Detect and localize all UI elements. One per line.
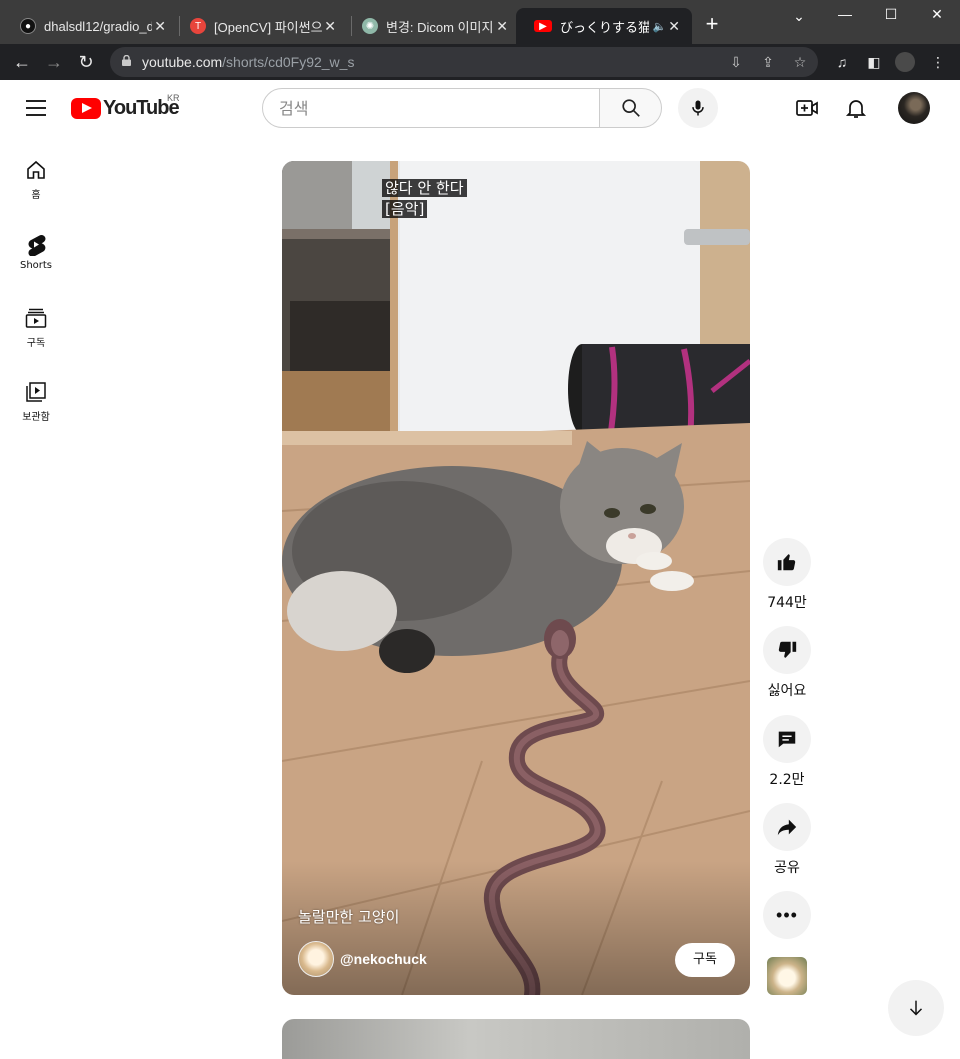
arrow-down-icon	[909, 1000, 923, 1016]
next-short-preview[interactable]	[282, 1019, 750, 1059]
like-button[interactable]	[763, 538, 811, 586]
browser-tab[interactable]: ✺ 변경: Dicom 이미지 ✕	[344, 8, 520, 44]
reload-button[interactable]: ↻	[74, 50, 98, 74]
browser-tab-active[interactable]: ▶ びっくりする猫 🔈 ✕	[516, 8, 692, 44]
side-panel-icon[interactable]: ◧	[864, 52, 884, 72]
youtube-header: YouTube KR	[0, 80, 960, 136]
github-icon: ●	[20, 18, 36, 34]
channel-name[interactable]: @nekochuck	[340, 951, 427, 967]
browser-tab[interactable]: T [OpenCV] 파이썬으 ✕	[172, 8, 348, 44]
share-action[interactable]: 공유	[763, 803, 811, 877]
share-label: 공유	[774, 860, 800, 876]
youtube-play-icon	[71, 98, 101, 119]
account-avatar[interactable]	[898, 92, 930, 124]
new-tab-button[interactable]: +	[700, 12, 724, 36]
guide-item-library[interactable]: 보관함	[0, 380, 72, 423]
lock-icon	[122, 55, 131, 66]
voice-search-button[interactable]	[678, 88, 718, 128]
youtube-icon: ▶	[534, 20, 552, 32]
menu-icon[interactable]	[26, 100, 46, 116]
close-tab-icon[interactable]: ✕	[494, 18, 510, 35]
caption-line: [음악]	[382, 200, 428, 218]
like-count: 744만	[767, 595, 807, 611]
search-button[interactable]	[599, 88, 662, 128]
url-host: youtube.com	[142, 54, 223, 70]
thumbs-up-icon	[777, 554, 796, 571]
create-video-icon[interactable]	[795, 96, 819, 120]
like-action[interactable]: 744만	[763, 538, 811, 612]
youtube-logo[interactable]: YouTube KR	[71, 93, 180, 120]
search-box	[262, 88, 600, 128]
library-icon	[26, 382, 46, 402]
thumbs-down-icon	[778, 641, 797, 658]
subscriptions-icon	[25, 308, 47, 328]
close-tab-icon[interactable]: ✕	[666, 18, 682, 35]
browser-tab[interactable]: ● dhalsdl12/gradio_d ✕	[2, 8, 178, 44]
sound-thumbnail[interactable]	[767, 957, 807, 995]
forward-button[interactable]: →	[42, 50, 66, 74]
media-control-icon[interactable]: ♫	[832, 52, 852, 72]
back-button[interactable]: ←	[10, 50, 34, 74]
close-tab-icon[interactable]: ✕	[322, 18, 338, 35]
share-button[interactable]	[763, 803, 811, 851]
url-path: /shorts/cd0Fy92_w_s	[222, 54, 355, 70]
more-horizontal-icon: •••	[776, 904, 798, 925]
dislike-label: 싫어요	[767, 683, 807, 699]
address-bar[interactable]: youtube.com/shorts/cd0Fy92_w_s ⇩ ⇪ ☆	[110, 47, 818, 77]
browser-menu-icon[interactable]: ⋮	[928, 52, 948, 72]
close-tab-icon[interactable]: ✕	[152, 18, 168, 35]
home-icon	[27, 160, 45, 179]
caption-line: 않다 안 한다	[382, 179, 467, 197]
profile-avatar[interactable]	[895, 52, 915, 72]
search-icon	[622, 99, 640, 117]
install-app-icon[interactable]: ⇩	[727, 53, 745, 71]
tab-search-icon[interactable]: ⌄	[776, 8, 822, 28]
guide-item-shorts[interactable]: Shorts	[0, 232, 72, 271]
maximize-button[interactable]: ☐	[868, 6, 914, 26]
more-action[interactable]: •••	[763, 891, 811, 939]
minimize-button[interactable]: —	[822, 6, 868, 26]
browser-toolbar: ← → ↻ youtube.com/shorts/cd0Fy92_w_s ⇩ ⇪…	[0, 44, 960, 80]
next-short-button[interactable]	[888, 980, 944, 1036]
video-captions: 않다 안 한다 [음악]	[382, 178, 467, 220]
short-video-player[interactable]	[282, 161, 750, 995]
video-frame	[282, 161, 750, 995]
notifications-bell-icon[interactable]	[844, 96, 868, 120]
dislike-action[interactable]: 싫어요	[763, 626, 811, 700]
dislike-button[interactable]	[763, 626, 811, 674]
subscribe-button[interactable]: 구독	[675, 943, 735, 977]
tistory-icon: T	[190, 18, 206, 34]
more-options-button[interactable]: •••	[763, 891, 811, 939]
chatgpt-icon: ✺	[362, 18, 378, 34]
short-title[interactable]: 놀랄만한 고양이	[298, 906, 399, 927]
browser-tab-strip: ● dhalsdl12/gradio_d ✕ T [OpenCV] 파이썬으 ✕…	[0, 0, 960, 44]
close-window-button[interactable]: ✕	[914, 6, 960, 26]
share-arrow-icon	[777, 819, 797, 836]
search-input[interactable]	[263, 89, 599, 127]
comments-button[interactable]	[763, 715, 811, 763]
channel-avatar[interactable]	[298, 941, 334, 977]
audio-playing-icon[interactable]: 🔈	[653, 20, 667, 33]
guide-item-subscriptions[interactable]: 구독	[0, 306, 72, 349]
shorts-icon	[28, 235, 46, 256]
share-page-icon[interactable]: ⇪	[759, 53, 777, 71]
comment-action[interactable]: 2.2만	[763, 715, 811, 789]
microphone-icon	[692, 100, 704, 116]
bookmark-star-icon[interactable]: ☆	[791, 53, 809, 71]
comment-count: 2.2만	[769, 772, 805, 788]
comment-icon	[778, 731, 796, 748]
guide-item-home[interactable]: 홈	[0, 158, 72, 201]
